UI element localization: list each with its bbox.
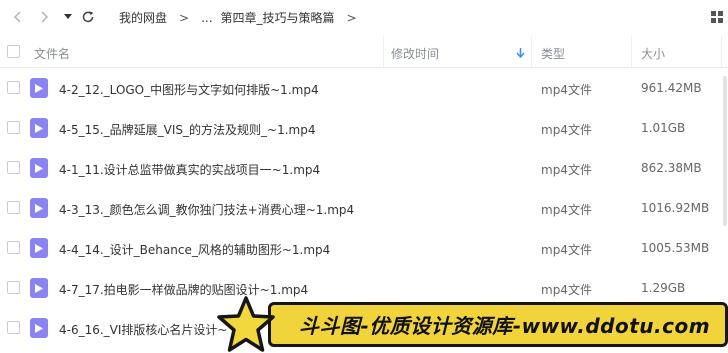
- file-size: 961.42MB: [641, 81, 702, 95]
- watermark-text: 斗斗图-优质设计资源库-www.ddotu.com: [299, 314, 711, 338]
- file-name[interactable]: 4-4_14._设计_Behance_风格的辅助图形~1.mp4: [59, 241, 330, 258]
- breadcrumb-ellipsis[interactable]: ...: [201, 11, 212, 25]
- file-size: 1005.53MB: [641, 241, 710, 255]
- file-name[interactable]: 4-2_12._LOGO_中图形与文字如何排版~1.mp4: [59, 81, 319, 98]
- grid-view-icon: [711, 11, 723, 23]
- row-checkbox[interactable]: [7, 201, 20, 214]
- file-size: 862.38MB: [641, 161, 702, 175]
- row-checkbox[interactable]: [7, 321, 20, 334]
- video-file-icon: [30, 158, 48, 178]
- video-file-icon: [30, 278, 48, 298]
- column-header-type[interactable]: 类型: [541, 45, 565, 62]
- file-type: mp4文件: [541, 243, 592, 257]
- play-icon: [35, 163, 43, 173]
- video-file-icon: [30, 78, 48, 98]
- file-size: 1.29GB: [641, 281, 686, 295]
- table-row[interactable]: 4-2_12._LOGO_中图形与文字如何排版~1.mp4 mp4文件 961.…: [0, 68, 728, 108]
- play-icon: [35, 123, 43, 133]
- grid-view-button[interactable]: [711, 9, 724, 28]
- column-header-name[interactable]: 文件名: [34, 45, 70, 62]
- video-file-icon: [30, 238, 48, 258]
- back-button[interactable]: [10, 8, 26, 26]
- file-size: 1.01GB: [641, 121, 686, 135]
- refresh-icon: [82, 11, 94, 23]
- column-divider[interactable]: [531, 36, 532, 68]
- row-checkbox[interactable]: [7, 241, 20, 254]
- play-icon: [35, 83, 43, 93]
- play-icon: [35, 283, 43, 293]
- caret-down-icon: [64, 14, 72, 19]
- row-checkbox[interactable]: [7, 81, 20, 94]
- toolbar: 我的网盘 > ... 第四章_技巧与策略篇 >: [0, 0, 728, 34]
- breadcrumb-root[interactable]: 我的网盘: [119, 9, 167, 26]
- breadcrumb-separator: >: [346, 10, 357, 25]
- breadcrumb-separator: >: [179, 10, 190, 25]
- table-header: 文件名 修改时间 类型 大小: [0, 36, 728, 68]
- file-name[interactable]: 4-5_15._品牌延展_VIS_的方法及规则_~1.mp4: [59, 121, 316, 138]
- file-type: mp4文件: [541, 203, 592, 217]
- column-header-modified[interactable]: 修改时间: [391, 45, 439, 62]
- file-size: 1016.92MB: [641, 201, 710, 215]
- video-file-icon: [30, 318, 48, 338]
- watermark-banner: 斗斗图-优质设计资源库-www.ddotu.com: [268, 302, 728, 347]
- file-name[interactable]: 4-6_16._VI排版核心名片设计~: [59, 321, 228, 338]
- forward-button[interactable]: [36, 8, 52, 26]
- file-type: mp4文件: [541, 163, 592, 177]
- breadcrumb: 我的网盘 > ... 第四章_技巧与策略篇 >: [119, 9, 369, 26]
- video-file-icon: [30, 198, 48, 218]
- scrollbar-thumb[interactable]: [723, 76, 727, 226]
- chevron-left-icon: [13, 11, 21, 23]
- star-icon: [217, 296, 275, 352]
- play-icon: [35, 203, 43, 213]
- play-icon: [35, 243, 43, 253]
- row-checkbox[interactable]: [7, 281, 20, 294]
- file-name[interactable]: 4-1_11.设计总监带做真实的实战项目一~1.mp4: [59, 161, 320, 178]
- row-checkbox[interactable]: [7, 121, 20, 134]
- row-checkbox[interactable]: [7, 161, 20, 174]
- select-all-checkbox[interactable]: [7, 45, 20, 58]
- column-divider[interactable]: [631, 36, 632, 68]
- play-icon: [35, 323, 43, 333]
- table-row[interactable]: 4-5_15._品牌延展_VIS_的方法及规则_~1.mp4 mp4文件 1.0…: [0, 108, 728, 148]
- column-divider[interactable]: [721, 36, 722, 68]
- video-file-icon: [30, 118, 48, 138]
- chevron-right-icon: [41, 11, 49, 23]
- column-header-size[interactable]: 大小: [641, 45, 665, 62]
- watermark: 斗斗图-优质设计资源库-www.ddotu.com: [216, 296, 728, 353]
- column-divider[interactable]: [383, 36, 384, 68]
- table-row[interactable]: 4-3_13._颜色怎么调_教你独门技法+消费心理~1.mp4 mp4文件 10…: [0, 188, 728, 228]
- history-dropdown[interactable]: [62, 8, 74, 26]
- file-type: mp4文件: [541, 83, 592, 97]
- file-type: mp4文件: [541, 123, 592, 137]
- table-row[interactable]: 4-4_14._设计_Behance_风格的辅助图形~1.mp4 mp4文件 1…: [0, 228, 728, 268]
- breadcrumb-current[interactable]: 第四章_技巧与策略篇: [221, 9, 335, 26]
- file-name[interactable]: 4-3_13._颜色怎么调_教你独门技法+消费心理~1.mp4: [59, 201, 354, 218]
- refresh-button[interactable]: [80, 8, 96, 26]
- sort-down-arrow-icon[interactable]: [516, 48, 525, 59]
- table-row[interactable]: 4-1_11.设计总监带做真实的实战项目一~1.mp4 mp4文件 862.38…: [0, 148, 728, 188]
